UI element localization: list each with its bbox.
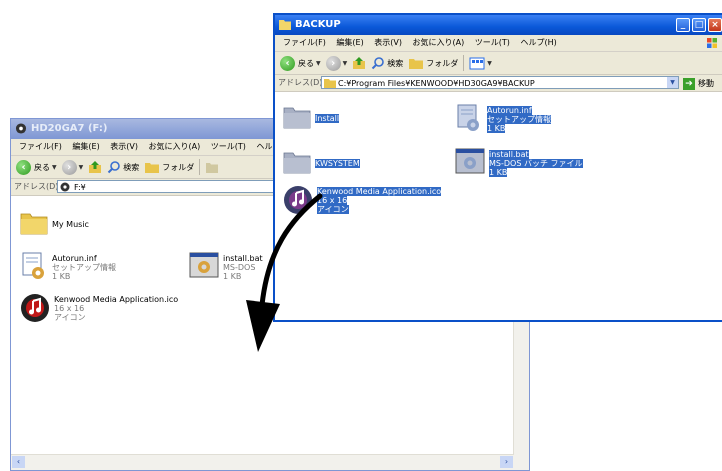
copy-direction-arrow <box>246 193 323 352</box>
